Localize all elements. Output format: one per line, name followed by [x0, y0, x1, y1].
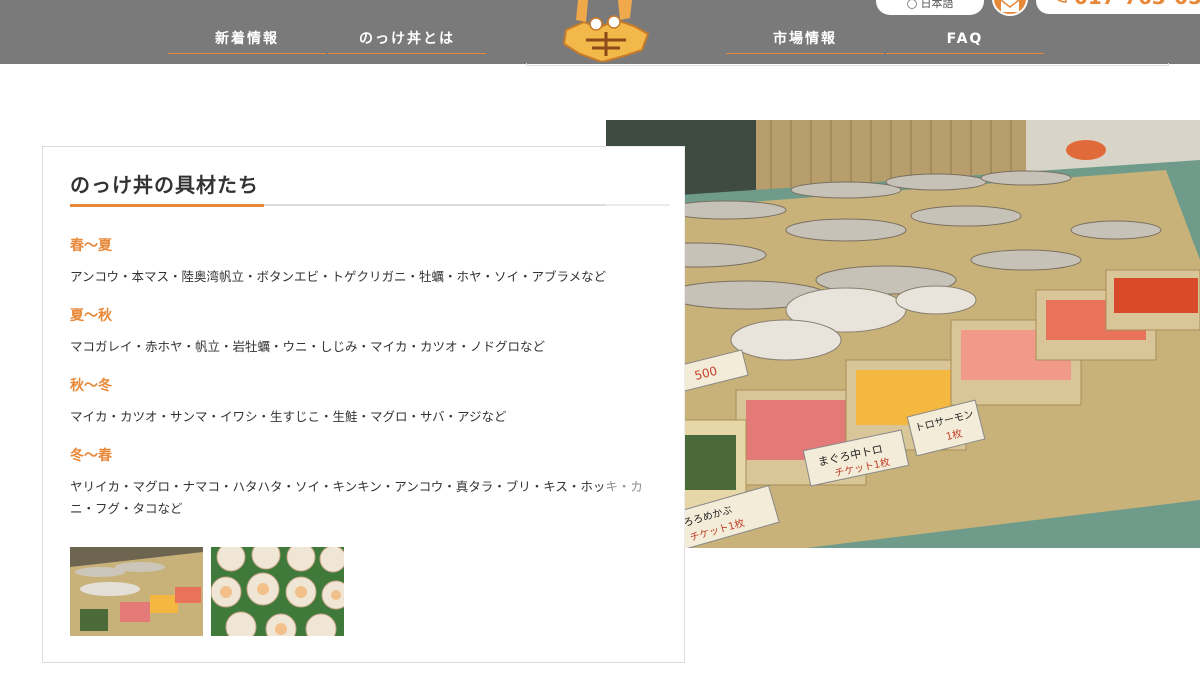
nav-about[interactable]: のっけ丼とは	[328, 26, 486, 54]
site-header: 新着情報 のっけ丼とは 市場情報 FAQ 日本語 017-763-05	[0, 0, 1200, 64]
globe-icon	[906, 0, 917, 9]
language-label: 日本語	[920, 0, 954, 10]
header-divider	[526, 63, 1169, 66]
title-underline-accent	[70, 204, 264, 207]
season-label-winter-spring: 冬〜春	[70, 448, 112, 464]
thumbnail-scallops[interactable]	[211, 547, 344, 636]
season-ingredients-winter-spring: ヤリイカ・マグロ・ナマコ・ハタハタ・ソイ・キンキン・アンコウ・真タラ・ブリ・キス…	[70, 479, 643, 516]
season-ingredients-autumn-winter: マイカ・カツオ・サンマ・イワシ・生すじこ・生鮭・マグロ・サバ・アジなど	[70, 409, 507, 424]
nav-news[interactable]: 新着情報	[168, 26, 326, 54]
nav-market-info[interactable]: 市場情報	[726, 26, 884, 54]
phone-button[interactable]: 017-763-05	[1036, 0, 1200, 14]
language-selector[interactable]: 日本語	[876, 0, 984, 15]
fish-market-photo: まぐろ中トロ チケット1枚 トロサーモン 1枚 とろろめかぶ チケット1枚 50…	[606, 120, 1200, 548]
season-ingredients-spring-summer: アンコウ・本マス・陸奥湾帆立・ボタンエビ・トゲクリガニ・牡蠣・ホヤ・ソイ・アブラ…	[70, 269, 607, 284]
season-label-spring-summer: 春〜夏	[70, 238, 112, 254]
thumbnail-fish-market[interactable]	[70, 547, 203, 636]
mail-button[interactable]	[992, 0, 1028, 16]
phone-number: 017-763-05	[1074, 0, 1200, 9]
season-label-autumn-winter: 秋〜冬	[70, 378, 112, 394]
fish-market-illustration: まぐろ中トロ チケット1枚 トロサーモン 1枚 とろろめかぶ チケット1枚 50…	[606, 120, 1200, 548]
mail-icon	[1000, 0, 1020, 12]
season-ingredients-summer-autumn: マコガレイ・赤ホヤ・帆立・岩牡蠣・ウニ・しじみ・マイカ・カツオ・ノドグロなど	[70, 339, 546, 354]
site-logo[interactable]	[558, 0, 654, 62]
ingredients-card: のっけ丼の具材たち 春〜夏 アンコウ・本マス・陸奥湾帆立・ボタンエビ・トゲクリガ…	[42, 146, 685, 663]
season-label-summer-autumn: 夏〜秋	[70, 308, 112, 324]
nav-faq[interactable]: FAQ	[886, 26, 1044, 54]
section-title: のっけ丼の具材たち	[70, 173, 259, 197]
phone-icon	[1057, 0, 1067, 3]
